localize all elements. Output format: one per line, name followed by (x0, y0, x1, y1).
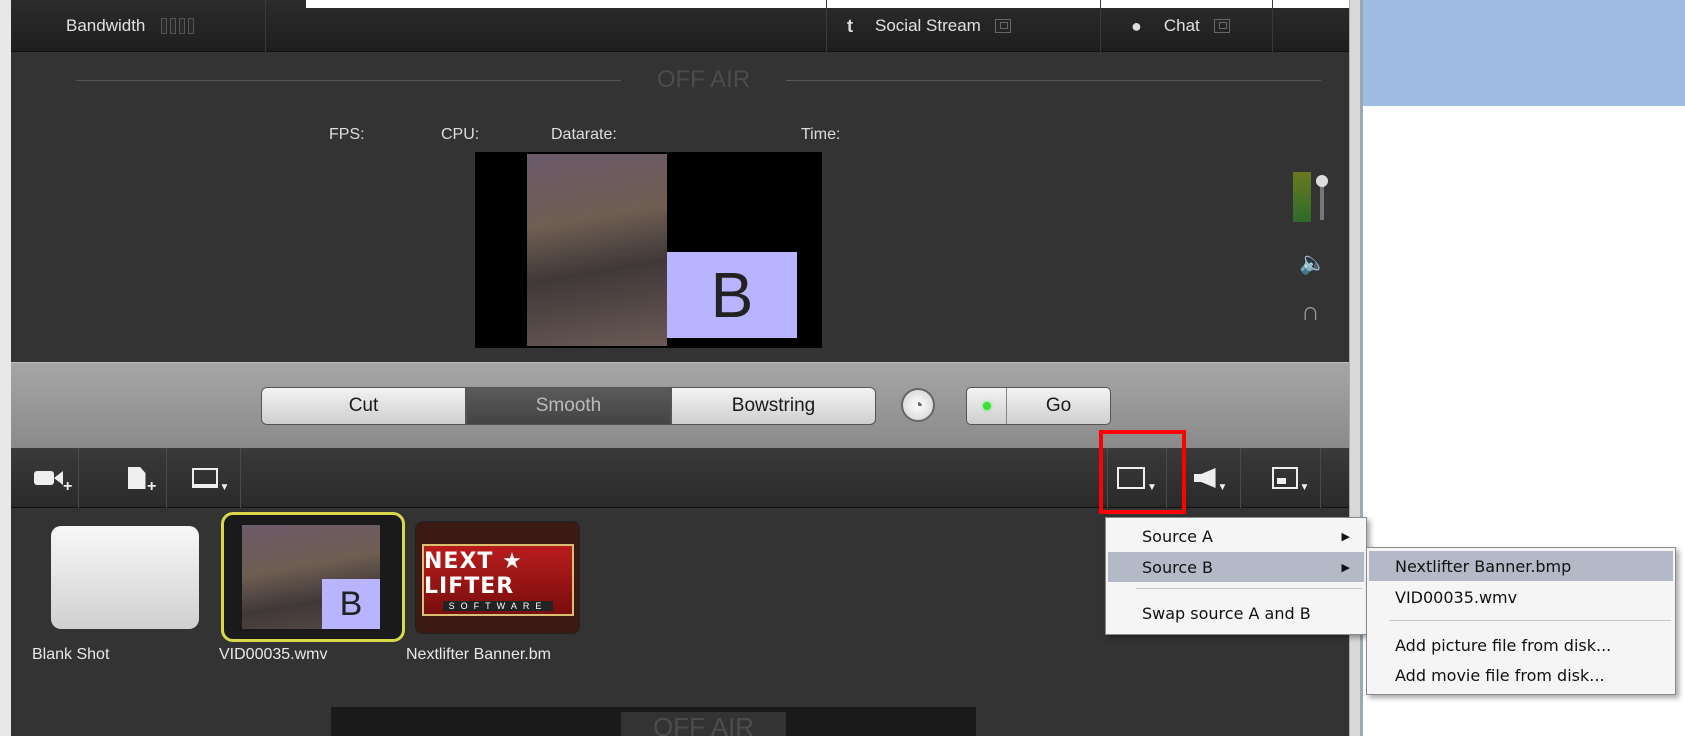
menu-separator (1136, 588, 1362, 589)
menu-item-label: Source B (1142, 557, 1214, 577)
social-stream-label: Social Stream (875, 16, 981, 35)
add-media-button[interactable]: + (107, 448, 167, 508)
headphones-icon[interactable]: ∩ (1301, 296, 1320, 327)
transition-smooth-button[interactable]: Smooth (466, 387, 671, 425)
menu-item-label: Nextlifter Banner.bmp (1395, 556, 1572, 576)
go-led-icon (967, 388, 1007, 424)
bottom-offair-status: OFF AIR (621, 712, 786, 736)
go-button[interactable]: Go (966, 387, 1111, 425)
menu-item-nextlifter-banner[interactable]: Nextlifter Banner.bmp (1369, 551, 1673, 581)
document-icon (127, 467, 146, 489)
submenu-arrow-icon: ▶ (1341, 529, 1350, 543)
audio-menu-button[interactable]: ▼ (1181, 448, 1241, 508)
highlight-box (1099, 430, 1186, 514)
chat-tab[interactable]: ● Chat (1101, 0, 1273, 52)
shot-thumbnail-banner[interactable]: NEXT ★ LIFTER SOFTWARE (415, 521, 580, 634)
menu-item-add-picture[interactable]: Add picture file from disk... (1369, 630, 1673, 660)
menu-item-vid00035[interactable]: VID00035.wmv (1369, 582, 1673, 612)
go-label: Go (1045, 395, 1072, 416)
shot-thumbnail-video[interactable]: B (221, 512, 405, 642)
menu-item-add-movie[interactable]: Add movie file from disk... (1369, 660, 1673, 690)
speaker-icon (1193, 468, 1216, 488)
shot-label-banner: Nextlifter Banner.bm (406, 646, 551, 663)
video-overlay-b: B (322, 579, 380, 629)
monitor-icon (191, 468, 218, 488)
time-label: Time: (801, 126, 841, 143)
menu-item-source-b[interactable]: Source B ▶ (1108, 552, 1364, 582)
twitter-icon: t (847, 15, 853, 36)
volume-slider-knob[interactable] (1316, 175, 1328, 187)
menu-item-label: Add picture file from disk... (1395, 635, 1612, 655)
top-bar: Bandwidth t Social Stream ● Chat (11, 0, 1361, 52)
menu-item-label: Source A (1142, 526, 1213, 546)
shot-label-blank: Blank Shot (32, 646, 110, 663)
menu-item-swap[interactable]: Swap source A and B (1108, 596, 1364, 630)
popout-icon[interactable] (994, 19, 1011, 33)
preview-overlay-b: B (667, 252, 797, 338)
chat-bubble-icon: ● (1131, 15, 1142, 36)
transition-bowstring-button[interactable]: Bowstring (671, 387, 876, 425)
menu-item-label: VID00035.wmv (1395, 587, 1518, 607)
speaker-icon[interactable]: 🔈 (1299, 250, 1326, 276)
menu-item-label: Add movie file from disk... (1395, 665, 1605, 685)
submenu-arrow-icon: ▶ (1341, 560, 1350, 574)
preview-video-frame (527, 154, 667, 346)
banner-image: NEXT ★ LIFTER SOFTWARE (422, 544, 574, 616)
transition-cut-button[interactable]: Cut (261, 387, 466, 425)
source-b-submenu: Nextlifter Banner.bmp VID00035.wmv Add p… (1366, 547, 1676, 695)
window-icon (1271, 467, 1298, 489)
shot-label-video: VID00035.wmv (219, 646, 328, 663)
datarate-label: Datarate: (551, 126, 617, 143)
transition-speed-clock-icon[interactable]: ◔ (901, 388, 935, 422)
cpu-label: CPU: (441, 126, 480, 143)
offair-status: OFF AIR (621, 66, 786, 94)
banner-title: NEXT ★ LIFTER (424, 549, 523, 599)
bandwidth-bars-icon (161, 18, 195, 34)
camera-icon (34, 471, 54, 485)
banner-subtitle: SOFTWARE (442, 601, 554, 611)
chat-label: Chat (1163, 16, 1200, 35)
preview-monitor[interactable]: B (475, 152, 822, 348)
menu-separator (1389, 620, 1671, 621)
menu-item-source-a[interactable]: Source A ▶ (1108, 521, 1364, 551)
add-camera-button[interactable]: + (19, 448, 79, 508)
add-desktop-button[interactable]: ▼ (181, 448, 241, 508)
popout-icon[interactable] (1213, 19, 1230, 33)
shot-thumbnail-blank[interactable] (51, 526, 199, 629)
fps-label: FPS: (329, 126, 365, 143)
menu-item-label: Swap source A and B (1142, 603, 1311, 623)
volume-slider-track[interactable] (1320, 186, 1324, 220)
window-menu-button[interactable]: ▼ (1261, 448, 1321, 508)
bandwidth-indicator: Bandwidth (66, 0, 266, 52)
audio-level-meter (1293, 172, 1311, 222)
layer-context-menu: Source A ▶ Source B ▶ Swap source A and … (1105, 517, 1367, 635)
bandwidth-label: Bandwidth (66, 16, 146, 35)
social-stream-tab[interactable]: t Social Stream (826, 0, 1101, 52)
right-pane-header (1363, 0, 1685, 106)
